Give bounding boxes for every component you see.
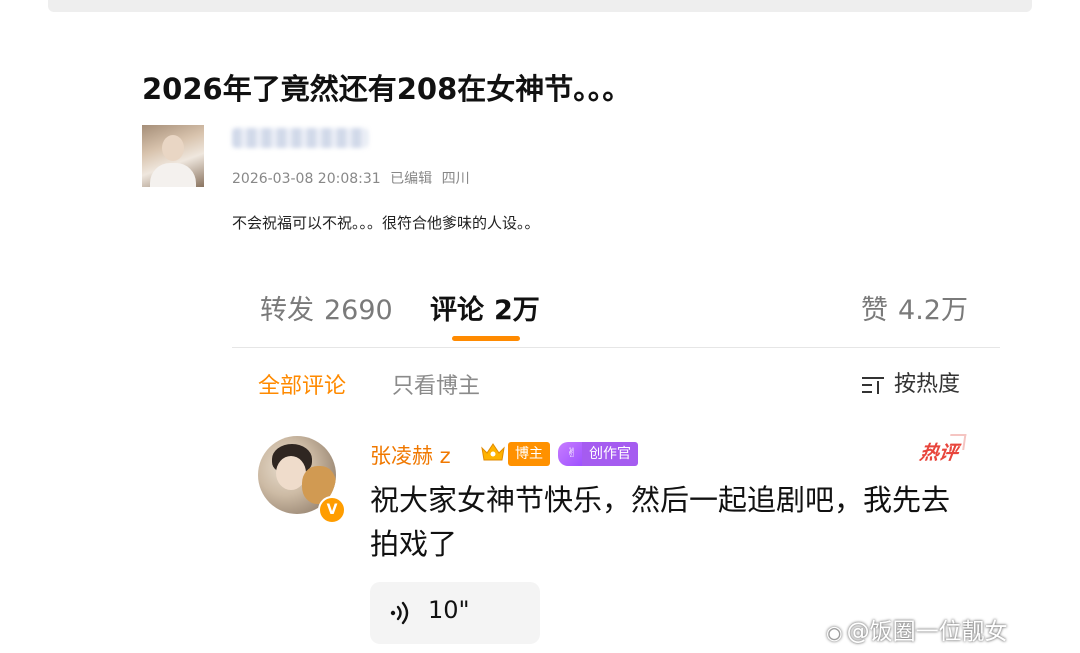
comments-count: 2万	[494, 295, 540, 326]
crown-icon	[481, 443, 505, 461]
post-date: 2026-03-08 20:08:31	[232, 171, 381, 187]
voice-duration: 10"	[428, 596, 470, 624]
comments-label: 评论	[430, 295, 484, 326]
sort-by-heat-button[interactable]: 按热度	[862, 366, 960, 398]
repost-tab[interactable]: 转发 2690	[260, 288, 393, 327]
post-meta: 2026-03-08 20:08:31 已编辑 四川	[232, 168, 475, 188]
weibo-logo-icon: ◉	[826, 622, 843, 644]
sort-lines-icon	[862, 375, 886, 395]
post-body: 不会祝福可以不祝。。。很符合他爹味的人设。。	[232, 214, 540, 232]
blogger-tag: 博主	[508, 442, 550, 466]
active-tab-indicator	[452, 336, 520, 341]
likes-label: 赞	[861, 295, 889, 326]
top-strip	[48, 0, 1032, 12]
post-title: 2026年了竟然还有208在女神节。。。	[142, 72, 632, 106]
creator-tag: ✌ 创作官	[558, 442, 638, 466]
likes-tab[interactable]: 赞 4.2万	[861, 288, 968, 327]
comments-tab[interactable]: 评论 2万	[430, 288, 540, 327]
post-author-avatar[interactable]	[142, 125, 204, 187]
avatar-face	[162, 135, 184, 161]
hot-comment-badge: 热评	[918, 438, 960, 465]
creator-tag-label: 创作官	[582, 442, 638, 466]
repost-label: 转发	[260, 295, 314, 326]
comment-text: 祝大家女神节快乐，然后一起追剧吧，我先去拍戏了	[370, 483, 951, 561]
filter-all-comments[interactable]: 全部评论	[258, 368, 346, 400]
watermark-text: @饭圈一位靓女	[846, 619, 1008, 645]
repost-count: 2690	[324, 295, 393, 326]
post-author-name-blurred[interactable]	[232, 128, 368, 148]
comment-author-name[interactable]: 张凌赫 z	[370, 440, 451, 470]
post-stats-bar: 转发 2690 评论 2万 赞 4.2万	[232, 282, 1000, 346]
voice-message-button[interactable]: 10"	[370, 582, 540, 644]
stats-divider	[232, 347, 1000, 348]
filter-blogger-only[interactable]: 只看博主	[392, 368, 480, 400]
verified-v-icon: V	[318, 496, 346, 524]
likes-count: 4.2万	[898, 295, 968, 326]
sort-label: 按热度	[894, 372, 961, 397]
weibo-watermark: ◉ @饭圈一位靓女	[826, 612, 1008, 646]
avatar-shirt	[150, 163, 196, 187]
post-edited-label: 已编辑	[390, 171, 433, 187]
post-location: 四川	[441, 171, 470, 187]
sound-wave-icon	[390, 601, 409, 625]
